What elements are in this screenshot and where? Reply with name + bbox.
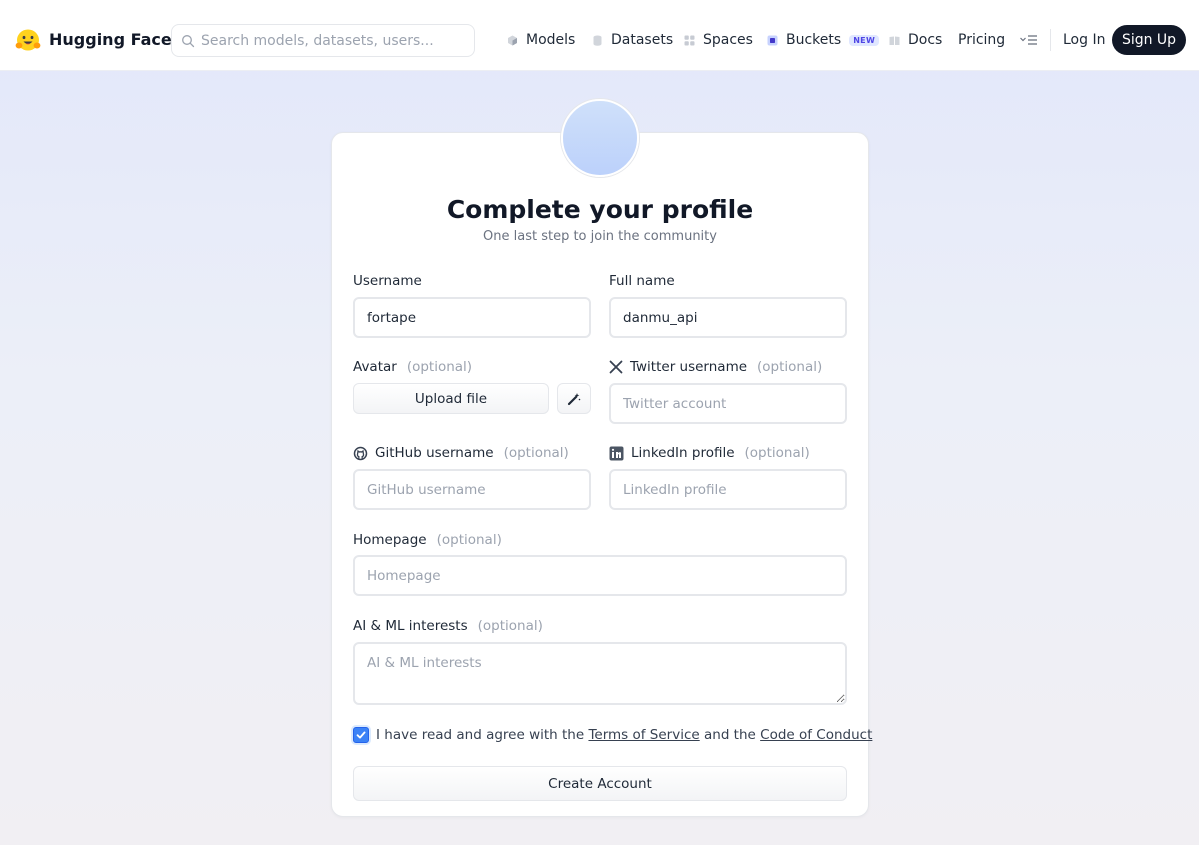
- optional-tag: (optional): [757, 359, 823, 375]
- homepage-label: Homepage (optional): [353, 532, 502, 548]
- nav-spaces[interactable]: Spaces: [684, 31, 753, 49]
- twitter-label: Twitter username (optional): [609, 359, 822, 375]
- interests-textarea[interactable]: [353, 642, 847, 705]
- fullname-label-text: Full name: [609, 273, 675, 289]
- fullname-field[interactable]: [609, 297, 847, 338]
- username-label-text: Username: [353, 273, 422, 289]
- search-icon: [182, 35, 195, 48]
- terms-of-service-link[interactable]: Terms of Service: [588, 727, 699, 743]
- login-link[interactable]: Log In: [1063, 31, 1105, 49]
- username-label: Username: [353, 273, 422, 289]
- optional-tag: (optional): [406, 359, 473, 375]
- avatar-label: Avatar (optional): [353, 359, 472, 375]
- search-box[interactable]: [171, 24, 475, 57]
- brand-name[interactable]: Hugging Face: [49, 30, 172, 49]
- agree-checkbox[interactable]: [353, 727, 369, 743]
- nav-pricing[interactable]: Pricing: [958, 31, 1005, 49]
- nav-buckets[interactable]: Buckets NEW: [767, 31, 880, 49]
- grid-icon: [684, 35, 695, 45]
- new-badge: NEW: [849, 34, 880, 46]
- checkmark-icon: [356, 731, 366, 739]
- agree-text-middle: and the: [699, 727, 761, 743]
- top-navbar: Hugging Face Models Datasets Spaces: [0, 0, 1199, 71]
- magic-wand-icon: [567, 392, 581, 405]
- avatar-label-text: Avatar: [353, 359, 397, 375]
- twitter-field[interactable]: [609, 383, 847, 424]
- optional-tag: (optional): [436, 532, 502, 548]
- avatar-preview: [561, 99, 639, 177]
- x-twitter-icon: [609, 360, 623, 374]
- create-account-button[interactable]: Create Account: [353, 766, 847, 801]
- nav-spaces-label: Spaces: [703, 32, 753, 48]
- linkedin-label: LinkedIn profile (optional): [609, 445, 810, 461]
- fullname-label: Full name: [609, 273, 675, 289]
- book-icon: [889, 36, 900, 45]
- twitter-label-text: Twitter username: [630, 359, 748, 375]
- agree-text: I have read and agree with the Terms of …: [376, 727, 872, 743]
- homepage-field[interactable]: [353, 555, 847, 596]
- github-icon: [353, 446, 368, 460]
- interests-label: AI & ML interests (optional): [353, 618, 543, 634]
- nav-datasets-label: Datasets: [611, 32, 674, 48]
- code-of-conduct-link[interactable]: Code of Conduct: [760, 727, 872, 743]
- signup-button[interactable]: Sign Up: [1112, 25, 1186, 55]
- interests-label-text: AI & ML interests: [353, 618, 468, 634]
- nav-datasets[interactable]: Datasets: [592, 31, 673, 49]
- linkedin-icon: [609, 446, 624, 460]
- cube-icon: [508, 35, 517, 45]
- github-field[interactable]: [353, 469, 591, 510]
- page-subtitle: One last step to join the community: [483, 229, 717, 244]
- menu-chevron-icon: [1020, 35, 1037, 45]
- nav-buckets-label: Buckets: [786, 32, 842, 48]
- username-field[interactable]: [353, 297, 591, 338]
- nav-models-label: Models: [526, 32, 576, 48]
- database-icon: [593, 35, 602, 46]
- page-title: Complete your profile: [446, 195, 754, 224]
- optional-tag: (optional): [503, 445, 569, 461]
- nav-docs[interactable]: Docs: [889, 31, 942, 49]
- optional-tag: (optional): [744, 445, 810, 461]
- agree-text-before: I have read and agree with the: [376, 727, 589, 743]
- upload-file-button[interactable]: Upload file: [353, 383, 549, 414]
- nav-divider: [1050, 29, 1051, 51]
- github-label-text: GitHub username: [375, 445, 494, 461]
- more-menu-button[interactable]: [1019, 31, 1039, 49]
- nav-pricing-label: Pricing: [958, 32, 1006, 48]
- linkedin-field[interactable]: [609, 469, 847, 510]
- linkedin-label-text: LinkedIn profile: [631, 445, 735, 461]
- homepage-label-text: Homepage: [353, 532, 427, 548]
- hugging-face-logo-icon[interactable]: [15, 26, 41, 52]
- nav-models[interactable]: Models: [507, 31, 575, 49]
- nav-docs-label: Docs: [908, 32, 943, 48]
- generate-avatar-button[interactable]: [557, 383, 591, 414]
- search-input[interactable]: [201, 31, 469, 51]
- github-label: GitHub username (optional): [353, 445, 569, 461]
- optional-tag: (optional): [477, 618, 543, 634]
- bucket-icon: [767, 35, 778, 45]
